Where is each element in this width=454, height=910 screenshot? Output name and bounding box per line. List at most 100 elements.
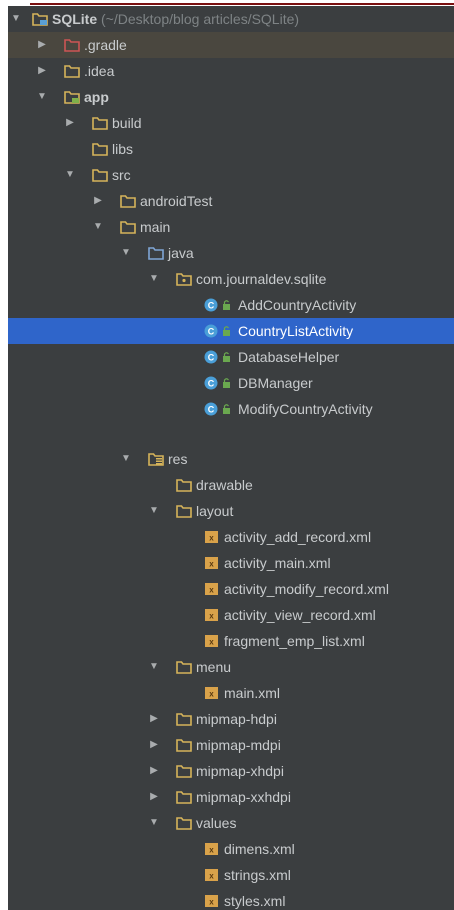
access-modifier-icon <box>222 402 232 416</box>
tree-item-label: strings.xml <box>224 867 291 883</box>
expand-arrow-icon[interactable]: ▶ <box>64 110 76 136</box>
tree-item-res[interactable]: ▼ res <box>8 446 454 472</box>
tree-item-main-xml[interactable]: x main.xml <box>8 680 454 706</box>
collapse-arrow-icon[interactable]: ▼ <box>148 654 160 680</box>
tree-item-dbmanager[interactable]: C DBManager <box>8 370 454 396</box>
tree-item-label: com.journaldev.sqlite <box>196 271 327 287</box>
svg-text:x: x <box>209 612 214 621</box>
tree-item-label: res <box>168 451 188 467</box>
tree-item-activity-view-record-xml[interactable]: x activity_view_record.xml <box>8 602 454 628</box>
java-class-icon: C <box>204 402 220 416</box>
package-folder-icon <box>176 272 192 286</box>
java-class-icon: C <box>204 324 220 338</box>
tree-item-sqlite-root[interactable]: ▼ SQLite (~/Desktop/blog articles/SQLite… <box>8 6 454 32</box>
tree-item-styles-xml[interactable]: x styles.xml <box>8 888 454 910</box>
tree-item-countrylistactivity[interactable]: C CountryListActivity <box>8 318 454 344</box>
tree-item-label: fragment_emp_list.xml <box>224 633 365 649</box>
tree-item-activity-modify-record-xml[interactable]: x activity_modify_record.xml <box>8 576 454 602</box>
folder-icon <box>92 116 108 130</box>
folder-icon <box>176 816 192 830</box>
expand-arrow-icon[interactable]: ▶ <box>148 706 160 732</box>
tree-item-label: activity_modify_record.xml <box>224 581 389 597</box>
tree-item-label: .idea <box>84 63 115 79</box>
svg-text:x: x <box>209 586 214 595</box>
module-folder-icon <box>64 90 80 104</box>
tree-item-libs[interactable]: libs <box>8 136 454 162</box>
tree-item-src[interactable]: ▼ src <box>8 162 454 188</box>
collapse-arrow-icon[interactable]: ▼ <box>120 240 132 266</box>
tree-item-activity-add-record-xml[interactable]: x activity_add_record.xml <box>8 524 454 550</box>
access-modifier-icon <box>222 298 232 312</box>
tree-item-addcountryactivity[interactable]: C AddCountryActivity <box>8 292 454 318</box>
tree-item-mipmap-mdpi[interactable]: ▶ mipmap-mdpi <box>8 732 454 758</box>
collapse-arrow-icon[interactable]: ▼ <box>92 214 104 240</box>
tree-item-androidtest[interactable]: ▶ androidTest <box>8 188 454 214</box>
access-modifier-icon <box>222 376 232 390</box>
svg-text:C: C <box>208 327 215 337</box>
tree-item-mipmap-xxhdpi[interactable]: ▶ mipmap-xxhdpi <box>8 784 454 810</box>
folder-icon <box>176 738 192 752</box>
tree-item-app[interactable]: ▼ app <box>8 84 454 110</box>
tree-item-values[interactable]: ▼ values <box>8 810 454 836</box>
tree-item-label: libs <box>112 141 134 157</box>
folder-icon <box>176 478 192 492</box>
expand-arrow-icon[interactable]: ▶ <box>148 758 160 784</box>
xml-file-icon: x <box>204 686 220 700</box>
tree-item-layout[interactable]: ▼ layout <box>8 498 454 524</box>
folder-icon <box>92 142 108 156</box>
collapse-arrow-icon[interactable]: ▼ <box>148 498 160 524</box>
collapse-arrow-icon[interactable]: ▼ <box>148 266 160 292</box>
tree-item-mipmap-xhdpi[interactable]: ▶ mipmap-xhdpi <box>8 758 454 784</box>
folder-icon <box>176 790 192 804</box>
tree-item-label: values <box>196 815 237 831</box>
tree-item-label: styles.xml <box>224 893 286 909</box>
tree-item-label: menu <box>196 659 232 675</box>
tree-item-dimens-xml[interactable]: x dimens.xml <box>8 836 454 862</box>
source-folder-icon <box>148 246 164 260</box>
expand-arrow-icon[interactable]: ▶ <box>36 58 48 84</box>
tree-item-label: drawable <box>196 477 253 493</box>
tree-item-label: app <box>84 89 109 105</box>
svg-text:x: x <box>209 690 214 699</box>
expand-arrow-icon[interactable]: ▶ <box>148 732 160 758</box>
tree-item-main[interactable]: ▼ main <box>8 214 454 240</box>
tree-item-databasehelper[interactable]: C DatabaseHelper <box>8 344 454 370</box>
collapse-arrow-icon[interactable]: ▼ <box>148 810 160 836</box>
tree-item-label: mipmap-xhdpi <box>196 763 284 779</box>
collapse-arrow-icon[interactable]: ▼ <box>10 6 22 32</box>
tree-item-java[interactable]: ▼ java <box>8 240 454 266</box>
project-tree[interactable]: ▼ SQLite (~/Desktop/blog articles/SQLite… <box>8 6 454 910</box>
expand-arrow-icon[interactable]: ▶ <box>36 32 48 58</box>
expand-arrow-icon[interactable]: ▶ <box>148 784 160 810</box>
resource-folder-icon <box>148 452 164 466</box>
collapse-arrow-icon[interactable]: ▼ <box>64 162 76 188</box>
tree-item-build[interactable]: ▶ build <box>8 110 454 136</box>
tree-item-drawable[interactable]: drawable <box>8 472 454 498</box>
tree-item-mipmap-hdpi[interactable]: ▶ mipmap-hdpi <box>8 706 454 732</box>
tree-item-label: SQLite <box>52 11 98 27</box>
svg-text:x: x <box>209 846 214 855</box>
folder-icon <box>176 660 192 674</box>
xml-file-icon: x <box>204 556 220 570</box>
tree-item-strings-xml[interactable]: x strings.xml <box>8 862 454 888</box>
svg-text:x: x <box>209 534 214 543</box>
tree-item-label: ModifyCountryActivity <box>238 401 373 417</box>
svg-text:C: C <box>208 353 215 363</box>
tree-item-label: AddCountryActivity <box>238 297 357 313</box>
svg-text:x: x <box>209 898 214 907</box>
tree-item-label: activity_main.xml <box>224 555 331 571</box>
tree-item-label: dimens.xml <box>224 841 295 857</box>
collapse-arrow-icon[interactable]: ▼ <box>36 84 48 110</box>
expand-arrow-icon[interactable]: ▶ <box>92 188 104 214</box>
tree-item-label: mipmap-mdpi <box>196 737 281 753</box>
collapse-arrow-icon[interactable]: ▼ <box>120 446 132 472</box>
tree-item-fragment-emp-list-xml[interactable]: x fragment_emp_list.xml <box>8 628 454 654</box>
tree-item-modifycountryactivity[interactable]: C ModifyCountryActivity <box>8 396 454 422</box>
tree-item-activity-main-xml[interactable]: x activity_main.xml <box>8 550 454 576</box>
tree-item-idea[interactable]: ▶ .idea <box>8 58 454 84</box>
tree-item-package[interactable]: ▼ com.journaldev.sqlite <box>8 266 454 292</box>
tree-item-menu[interactable]: ▼ menu <box>8 654 454 680</box>
tree-item-label: mipmap-hdpi <box>196 711 277 727</box>
xml-file-icon: x <box>204 530 220 544</box>
tree-item-gradle[interactable]: ▶ .gradle <box>8 32 454 58</box>
